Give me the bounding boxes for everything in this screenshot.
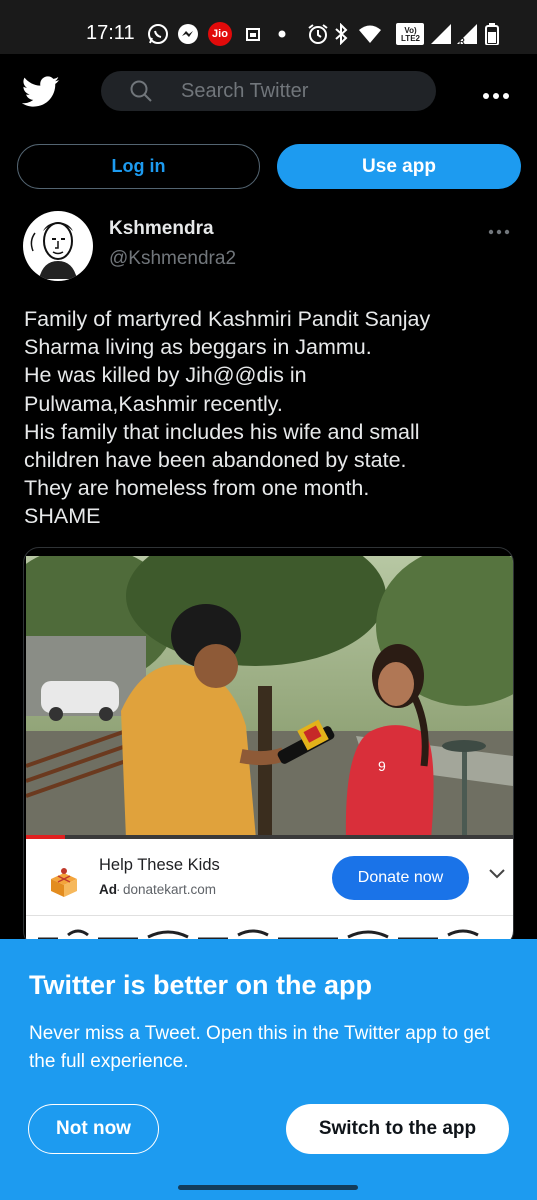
search-input[interactable]: Search Twitter <box>101 71 436 111</box>
svg-text:9: 9 <box>378 758 386 774</box>
author-handle[interactable]: @Kshmendra2 <box>109 248 236 270</box>
donate-now-button[interactable]: Donate now <box>332 856 469 900</box>
alarm-icon <box>306 24 330 44</box>
dot-icon <box>276 24 288 44</box>
app-prompt-sheet: Twitter is better on the app Never miss … <box>0 939 537 1200</box>
not-now-button[interactable]: Not now <box>28 1104 159 1154</box>
ad-title: Help These Kids <box>99 856 220 874</box>
video-thumbnail: 9 <box>26 556 513 839</box>
lte-label: Vo) LTE2 <box>401 26 420 43</box>
bluetooth-icon <box>333 23 349 45</box>
chevron-down-icon[interactable] <box>488 867 506 881</box>
ad-separator: · <box>116 882 121 897</box>
author-name[interactable]: Kshmendra <box>109 218 214 240</box>
calendar-icon <box>244 24 262 44</box>
switch-to-app-button[interactable]: Switch to the app <box>286 1104 509 1154</box>
top-header: Search Twitter <box>0 54 537 134</box>
tweet-text: Family of martyred Kashmiri Pandit Sanja… <box>24 307 431 529</box>
twitter-bird-icon[interactable] <box>21 76 60 108</box>
sheet-body: Never miss a Tweet. Open this in the Twi… <box>29 1023 490 1072</box>
video-player[interactable]: 9 <box>26 556 513 839</box>
signal-r-icon: R <box>456 24 478 45</box>
ad-domain[interactable]: donatekart.com <box>123 882 216 897</box>
jio-label: Jio <box>212 28 228 40</box>
status-bar: 17:11 Jio Vo) LTE2 R <box>0 0 537 54</box>
login-button[interactable]: Log in <box>17 144 260 189</box>
wifi-icon <box>357 24 383 44</box>
gift-box-icon <box>48 867 80 897</box>
sheet-title: Twitter is better on the app <box>29 970 373 1000</box>
svg-text:R: R <box>459 37 465 45</box>
ad-label: Ad <box>99 882 117 897</box>
signal-icon <box>430 24 452 44</box>
tweet-more-icon[interactable] <box>488 222 510 240</box>
more-horizontal-icon[interactable] <box>482 80 510 102</box>
messenger-icon <box>176 24 200 44</box>
whatsapp-icon <box>146 24 170 44</box>
search-placeholder: Search Twitter <box>181 80 309 102</box>
use-app-button[interactable]: Use app <box>277 144 521 189</box>
status-time: 17:11 <box>86 22 135 44</box>
media-card[interactable]: 9 Help These Kids Ad · donatekart.com Do… <box>23 547 514 947</box>
avatar[interactable] <box>23 211 93 281</box>
home-indicator[interactable] <box>178 1185 358 1190</box>
search-icon <box>129 79 153 103</box>
battery-icon <box>484 23 500 45</box>
ad-divider <box>26 915 513 916</box>
ad-panel[interactable]: Help These Kids Ad · donatekart.com Dona… <box>26 839 513 946</box>
